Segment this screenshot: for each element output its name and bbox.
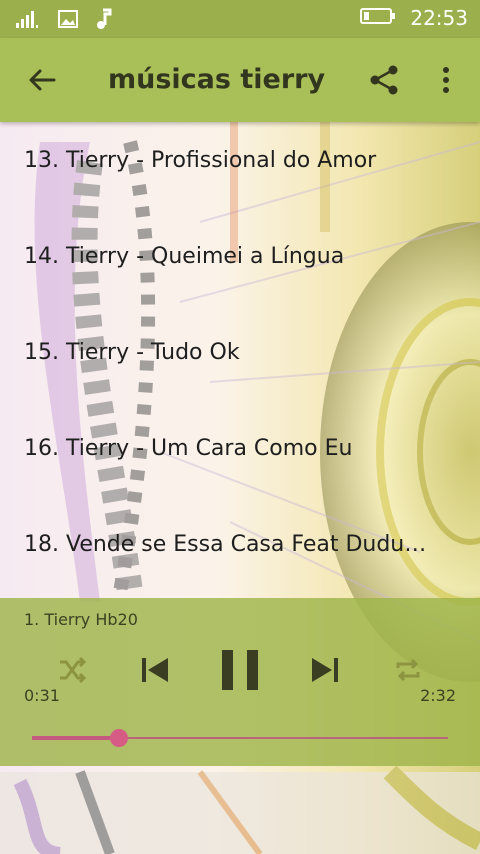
seek-bar[interactable] [32,729,448,747]
list-item[interactable]: 16. Tierry - Um Cara Como Eu [0,410,480,506]
next-icon[interactable] [308,654,342,690]
list-item[interactable]: 14. Tierry - Queimei a Língua [0,218,480,314]
image-icon [58,9,78,33]
list-item[interactable]: 15. Tierry - Tudo Ok [0,314,480,410]
song-title: 16. Tierry - Um Cara Como Eu [24,436,353,461]
list-item[interactable]: 18. Vende se Essa Casa Feat Dudu… [0,506,480,602]
seek-thumb[interactable] [110,729,129,747]
shuffle-icon[interactable] [56,654,88,690]
seek-progress [32,736,120,740]
song-list: 13. Tierry - Profissional do Amor 14. Ti… [0,122,480,600]
song-title: 18. Vende se Essa Casa Feat Dudu… [24,532,427,557]
song-title: 14. Tierry - Queimei a Língua [24,244,345,269]
app-bar: músicas tierry [0,38,480,122]
more-vert-icon[interactable] [436,64,456,96]
page-title: músicas tierry [108,64,326,95]
now-playing-title: 1. Tierry Hb20 [24,610,138,629]
previous-icon[interactable] [138,654,172,690]
song-title: 15. Tierry - Tudo Ok [24,340,240,365]
status-time: 22:53 [410,6,468,30]
status-bar: 22:53 [0,0,480,38]
list-item[interactable]: 13. Tierry - Profissional do Amor [0,122,480,218]
signal-icon [16,9,40,33]
player-panel: 1. Tierry Hb20 0:31 2:32 [0,598,480,766]
repeat-icon[interactable] [392,654,424,690]
total-duration: 2:32 [420,686,456,705]
pause-icon[interactable] [220,648,260,696]
share-icon[interactable] [368,64,400,96]
elapsed-time: 0:31 [24,686,60,705]
back-arrow-icon[interactable] [26,64,58,96]
battery-icon [360,7,396,29]
song-title: 13. Tierry - Profissional do Amor [24,148,377,173]
music-note-icon [96,8,112,34]
